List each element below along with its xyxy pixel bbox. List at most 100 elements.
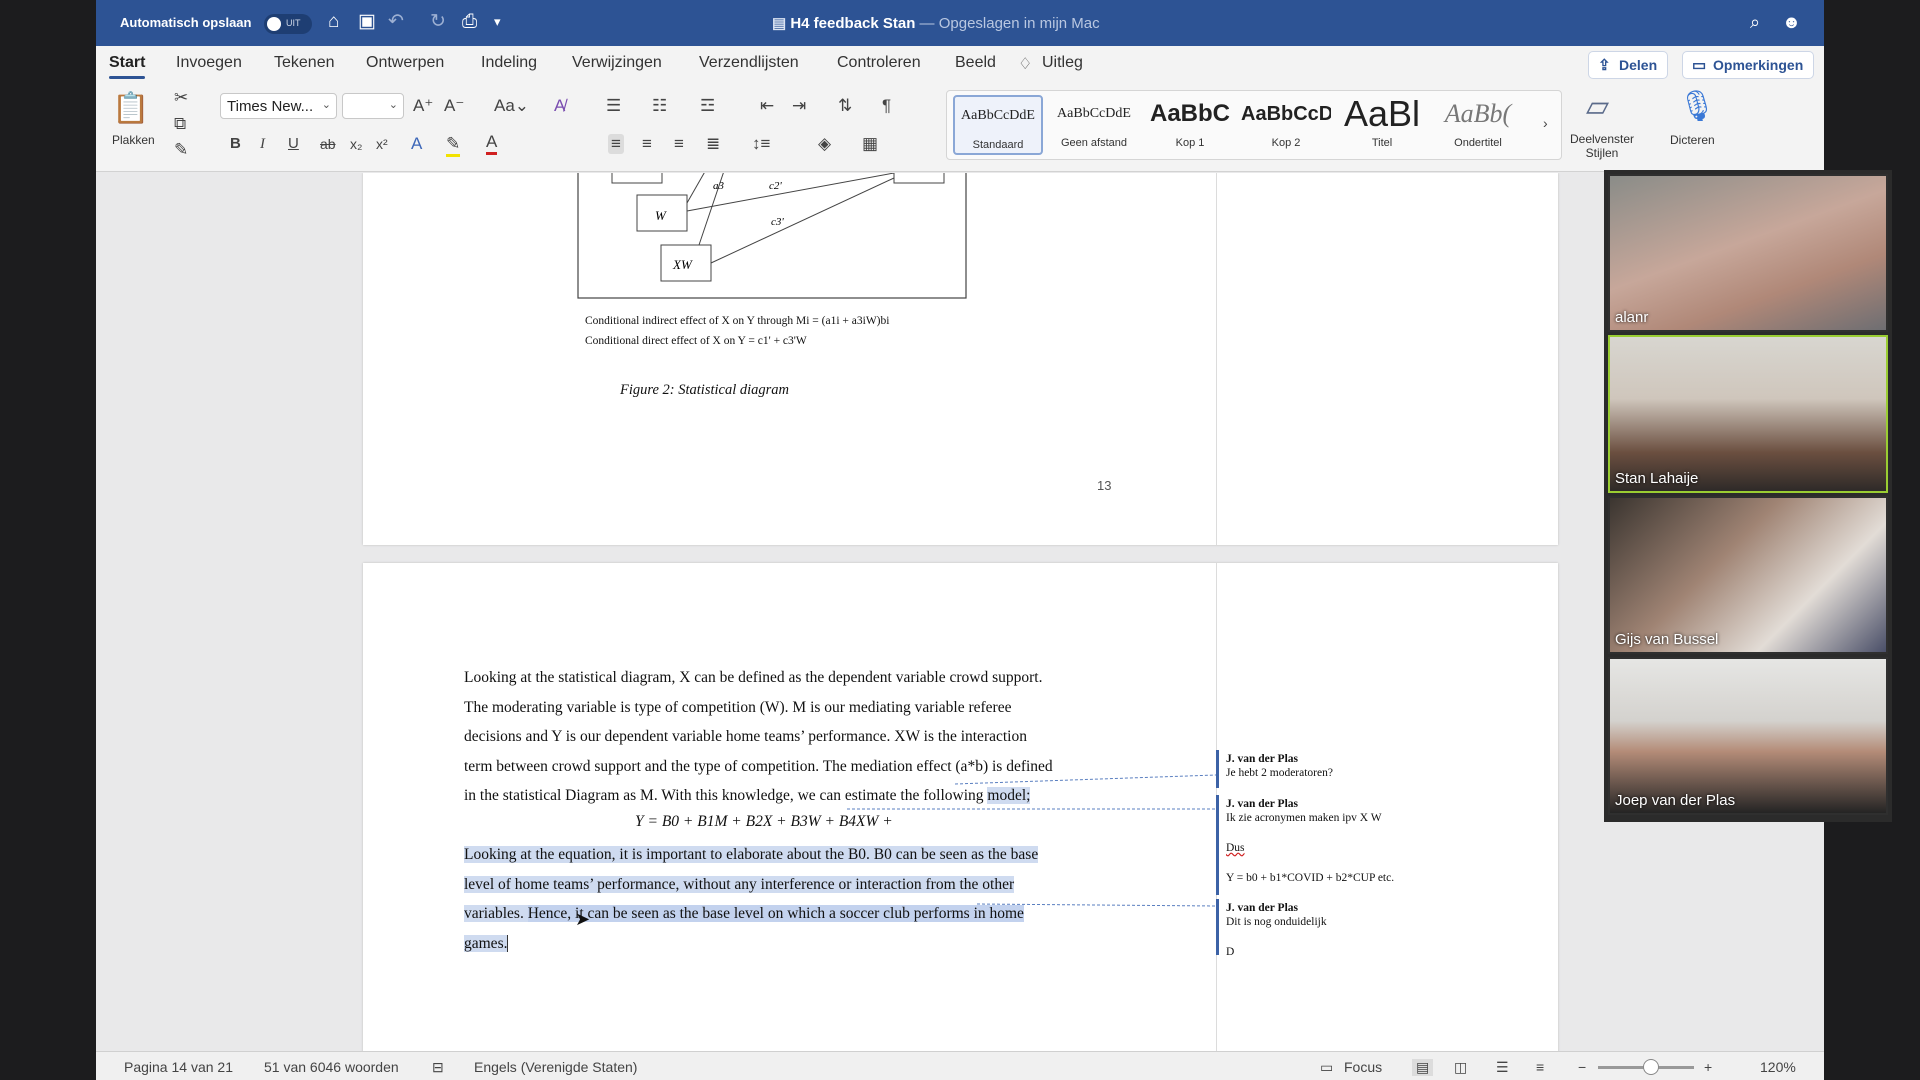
format-painter-icon[interactable]: ✎ [174, 140, 188, 160]
node-xw-label: XW [672, 257, 693, 272]
zoom-slider-knob[interactable] [1642, 1059, 1659, 1075]
style-kop-1[interactable]: AaBbC Kop 1 [1145, 95, 1235, 155]
superscript-icon[interactable]: x² [376, 134, 388, 154]
dictate-label[interactable]: Dicteren [1670, 133, 1715, 147]
participant-name: alanr [1615, 309, 1649, 326]
decrease-indent-icon[interactable]: ⇤ [760, 96, 774, 116]
bullets-icon[interactable]: ☰ [606, 96, 621, 116]
tab-start[interactable]: Start [109, 54, 146, 79]
zoom-in-icon[interactable]: + [1704, 1059, 1712, 1075]
comment-bar [1216, 795, 1219, 895]
grow-font-icon[interactable]: A⁺ [413, 96, 433, 116]
clear-formatting-icon[interactable]: A̸ [554, 96, 565, 116]
underline-icon[interactable]: U [288, 134, 299, 154]
chevron-right-icon[interactable]: › [1543, 113, 1548, 133]
subscript-icon[interactable]: x₂ [350, 134, 362, 154]
increase-indent-icon[interactable]: ⇥ [792, 96, 806, 116]
page-count[interactable]: Pagina 14 van 21 [124, 1059, 233, 1075]
tab-uitleg[interactable]: Uitleg [1042, 54, 1083, 72]
show-formatting-icon[interactable]: ¶ [882, 96, 891, 116]
multilevel-list-icon[interactable]: ☲ [700, 96, 715, 116]
share-label: Delen [1619, 57, 1658, 73]
page-number: 13 [1097, 478, 1112, 493]
comments-button[interactable]: ▭ Opmerkingen [1682, 51, 1815, 79]
comment-1[interactable]: J. van der Plas Je hebt 2 moderatoren? [1226, 752, 1333, 780]
shrink-font-icon[interactable]: A⁻ [444, 96, 464, 116]
redo-icon[interactable]: ↻ [430, 11, 446, 33]
comment-text: Dus [1226, 842, 1245, 854]
focus-label[interactable]: Focus [1344, 1059, 1382, 1075]
customize-toolbar-icon[interactable]: ▾ [494, 11, 501, 33]
video-tile[interactable]: Joep van der Plas [1608, 657, 1888, 815]
language-label[interactable]: Engels (Verenigde Staten) [474, 1059, 637, 1075]
shading-icon[interactable]: ◈ [818, 134, 831, 154]
text-effects-icon[interactable]: A [411, 134, 422, 154]
style-kop-2[interactable]: AaBbCcD Kop 2 [1241, 95, 1331, 155]
font-color-icon[interactable]: A [486, 132, 498, 155]
align-right-icon[interactable]: ≡ [674, 134, 684, 154]
comment-3[interactable]: J. van der Plas Dit is nog onduidelijk D [1226, 901, 1327, 959]
comment-2[interactable]: J. van der Plas Ik zie acronymen maken i… [1226, 797, 1394, 885]
share-button[interactable]: ⇪ Delen [1588, 51, 1669, 79]
align-center-icon[interactable]: ≡ [642, 134, 652, 154]
document-title: ▤ H4 feedback Stan — Opgeslagen in mijn … [772, 14, 1100, 32]
style-standaard[interactable]: AaBbCcDdE Standaard [953, 95, 1043, 155]
strikethrough-icon[interactable]: ab [320, 134, 336, 154]
numbering-icon[interactable]: ☷ [652, 96, 667, 116]
style-titel[interactable]: AaBl Titel [1337, 95, 1427, 155]
draft-view-icon[interactable]: ≡ [1536, 1059, 1544, 1075]
outline-view-icon[interactable]: ☰ [1496, 1059, 1509, 1076]
account-icon[interactable]: ☻ [1782, 11, 1801, 33]
italic-icon[interactable]: I [260, 134, 265, 154]
zoom-slider[interactable] [1598, 1059, 1694, 1075]
font-name-select[interactable]: Times New... ⌄ [220, 93, 337, 119]
justify-icon[interactable]: ≣ [706, 134, 720, 154]
participant-name: Gijs van Bussel [1615, 631, 1719, 648]
search-icon[interactable]: ⌕ [1750, 11, 1760, 33]
comment-author: J. van der Plas [1226, 798, 1298, 810]
borders-icon[interactable]: ▦ [862, 134, 878, 154]
doc-name: H4 feedback Stan [790, 15, 916, 32]
styles-pane-label[interactable]: Deelvenster Stijlen [1570, 132, 1634, 160]
zoom-out-icon[interactable]: − [1578, 1059, 1586, 1075]
styles-pane-icon[interactable]: ▱ [1586, 90, 1609, 124]
highlight-color-icon[interactable]: ✎ [446, 134, 461, 157]
copy-icon[interactable]: ⧉ [174, 114, 186, 134]
zoom-level[interactable]: 120% [1760, 1059, 1796, 1075]
tab-controleren[interactable]: Controleren [837, 54, 921, 72]
web-layout-icon[interactable]: ◫ [1454, 1059, 1467, 1076]
video-tile[interactable]: Gijs van Bussel [1608, 496, 1888, 654]
home-icon[interactable]: ⌂ [328, 11, 339, 33]
tab-verzendlijsten[interactable]: Verzendlijsten [699, 54, 799, 72]
tab-beeld[interactable]: Beeld [955, 54, 996, 72]
cut-icon[interactable]: ✂ [174, 88, 188, 108]
tab-invoegen[interactable]: Invoegen [176, 54, 242, 72]
video-tile[interactable]: alanr [1608, 174, 1888, 332]
sort-icon[interactable]: ⇅ [838, 96, 852, 116]
font-size-select[interactable]: ⌄ [342, 93, 404, 119]
autosave-toggle[interactable]: UIT [264, 14, 312, 34]
print-layout-icon[interactable]: ▤ [1412, 1059, 1434, 1076]
tab-verwijzingen[interactable]: Verwijzingen [572, 54, 662, 72]
focus-icon[interactable]: ▭ [1320, 1059, 1333, 1076]
video-tile-active-speaker[interactable]: Stan Lahaije [1608, 335, 1888, 493]
undo-icon[interactable]: ↶ [388, 11, 404, 33]
line-spacing-icon[interactable]: ↕≡ [752, 134, 770, 154]
save-icon[interactable]: ▣ [358, 11, 376, 33]
style-name: Geen afstand [1060, 137, 1128, 149]
style-ondertitel[interactable]: AaBb( Ondertitel [1433, 95, 1523, 155]
tab-tekenen[interactable]: Tekenen [274, 54, 335, 72]
paste-icon[interactable]: 📋 [112, 92, 149, 126]
print-icon[interactable]: ⎙ [462, 11, 477, 33]
microphone-icon[interactable]: 🎙 [1678, 90, 1716, 124]
proofing-icon[interactable]: ⊟ [432, 1059, 444, 1076]
node-box-y [893, 173, 945, 184]
tab-indeling[interactable]: Indeling [481, 54, 537, 72]
bold-icon[interactable]: B [230, 134, 241, 154]
tab-ontwerpen[interactable]: Ontwerpen [366, 54, 444, 72]
change-case-icon[interactable]: Aa⌄ [494, 96, 529, 116]
style-geen-afstand[interactable]: AaBbCcDdE Geen afstand [1049, 95, 1139, 155]
word-count[interactable]: 51 van 6046 woorden [264, 1059, 399, 1075]
align-left-icon[interactable]: ≡ [608, 134, 624, 154]
autosave-label: Automatisch opslaan [120, 15, 252, 30]
